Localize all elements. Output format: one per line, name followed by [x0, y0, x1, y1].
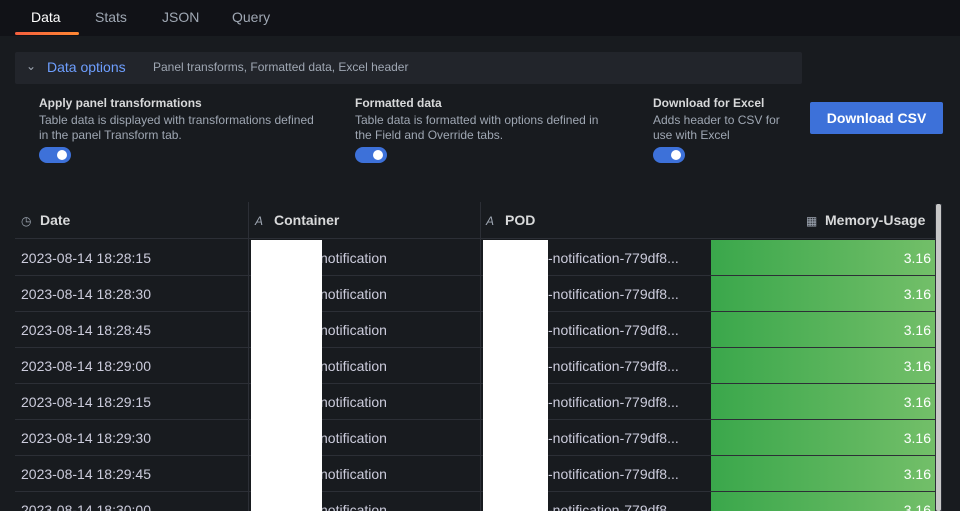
data-options-toggle[interactable]: ⌄ Data options Panel transforms, Formatt… — [15, 52, 802, 84]
cell-memory-usage: 3.16 — [711, 492, 937, 511]
calculator-icon: ▦ — [806, 214, 818, 228]
cell-date: 2023-08-14 18:29:45 — [21, 466, 151, 482]
chevron-down-icon: ⌄ — [26, 59, 37, 73]
cell-memory-usage: 3.16 — [711, 384, 937, 419]
cell-pod: -notification-779df8... — [548, 502, 679, 511]
cell-memory-usage: 3.16 — [711, 348, 937, 383]
text-type-icon: A — [486, 214, 495, 228]
cell-date: 2023-08-14 18:28:15 — [21, 250, 151, 266]
column-header-label: Container — [274, 212, 340, 228]
memory-value: 3.16 — [903, 286, 931, 302]
memory-value: 3.16 — [903, 358, 931, 374]
tab-json[interactable]: JSON — [162, 9, 199, 25]
cell-memory-usage: 3.16 — [711, 276, 937, 311]
option-description-line: Table data is formatted with options def… — [355, 113, 599, 127]
memory-value: 3.16 — [903, 394, 931, 410]
cell-date: 2023-08-14 18:28:45 — [21, 322, 151, 338]
download-csv-button[interactable]: Download CSV — [810, 102, 943, 134]
tab-stats[interactable]: Stats — [95, 9, 127, 25]
cell-pod: -notification-779df8... — [548, 430, 679, 446]
option-description-line: Adds header to CSV for — [653, 113, 780, 127]
memory-value: 3.16 — [903, 430, 931, 446]
scrollbar-thumb[interactable] — [936, 204, 941, 511]
option-description: Adds header to CSV for use with Excel — [653, 113, 780, 143]
memory-value: 3.16 — [903, 466, 931, 482]
option-formatted-data: Formatted data Table data is formatted w… — [355, 96, 598, 143]
column-header-pod[interactable]: A POD — [486, 212, 535, 228]
table-scrollbar[interactable] — [935, 204, 942, 511]
memory-value: 3.16 — [903, 502, 931, 511]
cell-memory-usage: 3.16 — [711, 240, 937, 275]
download-excel-switch[interactable] — [653, 147, 685, 163]
clock-icon: ◷ — [21, 214, 32, 228]
data-options-title: Data options — [47, 59, 126, 75]
memory-value: 3.16 — [903, 322, 931, 338]
formatted-data-switch[interactable] — [355, 147, 387, 163]
cell-memory-usage: 3.16 — [711, 312, 937, 347]
switch-knob — [373, 150, 383, 160]
table-row: 2023-08-14 18:28:45 notification -notifica… — [15, 312, 937, 348]
option-label: Formatted data — [355, 96, 442, 110]
cell-pod: -notification-779df8... — [548, 466, 679, 482]
cell-pod: -notification-779df8... — [548, 286, 679, 302]
cell-date: 2023-08-14 18:29:15 — [21, 394, 151, 410]
table-row: 2023-08-14 18:30:00 notification -notifica… — [15, 492, 937, 511]
cell-date: 2023-08-14 18:28:30 — [21, 286, 151, 302]
table-row: 2023-08-14 18:29:15 notification -notifica… — [15, 384, 937, 420]
column-header-memory-usage[interactable]: ▦ Memory-Usage — [806, 212, 925, 228]
memory-value: 3.16 — [903, 250, 931, 266]
cell-pod: -notification-779df8... — [548, 358, 679, 374]
cell-pod: -notification-779df8... — [548, 250, 679, 266]
option-download-excel: Download for Excel Adds header to CSV fo… — [653, 96, 780, 143]
tab-query[interactable]: Query — [232, 9, 270, 25]
column-header-label: Date — [40, 212, 71, 228]
tab-data[interactable]: Data — [31, 9, 61, 25]
option-label: Apply panel transformations — [39, 96, 202, 110]
cell-pod: -notification-779df8... — [548, 322, 679, 338]
table-row: 2023-08-14 18:29:30 notification -notifica… — [15, 420, 937, 456]
switch-knob — [671, 150, 681, 160]
column-header-date[interactable]: ◷ Date — [21, 212, 70, 228]
cell-date: 2023-08-14 18:30:00 — [21, 502, 151, 511]
option-label: Download for Excel — [653, 96, 765, 110]
column-header-label: Memory-Usage — [825, 212, 926, 228]
column-header-container[interactable]: A Container — [255, 212, 339, 228]
text-type-icon: A — [255, 214, 264, 228]
data-options-description: Panel transforms, Formatted data, Excel … — [153, 60, 409, 74]
table-row: 2023-08-14 18:28:30 notification -notifica… — [15, 276, 937, 312]
option-description: Table data is formatted with options def… — [355, 113, 598, 143]
option-description-line: Table data is displayed with transformat… — [39, 113, 314, 127]
option-description-line: the Field and Override tabs. — [355, 128, 504, 142]
table-row: 2023-08-14 18:29:45 notification -notifica… — [15, 456, 937, 492]
redaction-box — [483, 240, 548, 511]
apply-transformations-switch[interactable] — [39, 147, 71, 163]
redaction-box — [251, 240, 322, 511]
cell-pod: -notification-779df8... — [548, 394, 679, 410]
option-apply-transformations: Apply panel transformations Table data i… — [39, 96, 314, 143]
cell-memory-usage: 3.16 — [711, 420, 937, 455]
cell-date: 2023-08-14 18:29:00 — [21, 358, 151, 374]
table-header: ◷ Date A Container A POD ▦ Memory-Usage — [15, 202, 937, 239]
option-description-line: use with Excel — [653, 128, 730, 142]
column-header-label: POD — [505, 212, 536, 228]
table-row: 2023-08-14 18:29:00 notification -notifica… — [15, 348, 937, 384]
cell-memory-usage: 3.16 — [711, 456, 937, 491]
table-row: 2023-08-14 18:28:15 notification -notifica… — [15, 240, 937, 276]
option-description-line: in the panel Transform tab. — [39, 128, 182, 142]
option-description: Table data is displayed with transformat… — [39, 113, 314, 143]
active-tab-indicator — [15, 32, 79, 35]
inspect-tabs: Data Stats JSON Query — [0, 0, 960, 36]
data-table: ◷ Date A Container A POD ▦ Memory-Usage 2023… — [15, 202, 937, 511]
cell-date: 2023-08-14 18:29:30 — [21, 430, 151, 446]
switch-knob — [57, 150, 67, 160]
